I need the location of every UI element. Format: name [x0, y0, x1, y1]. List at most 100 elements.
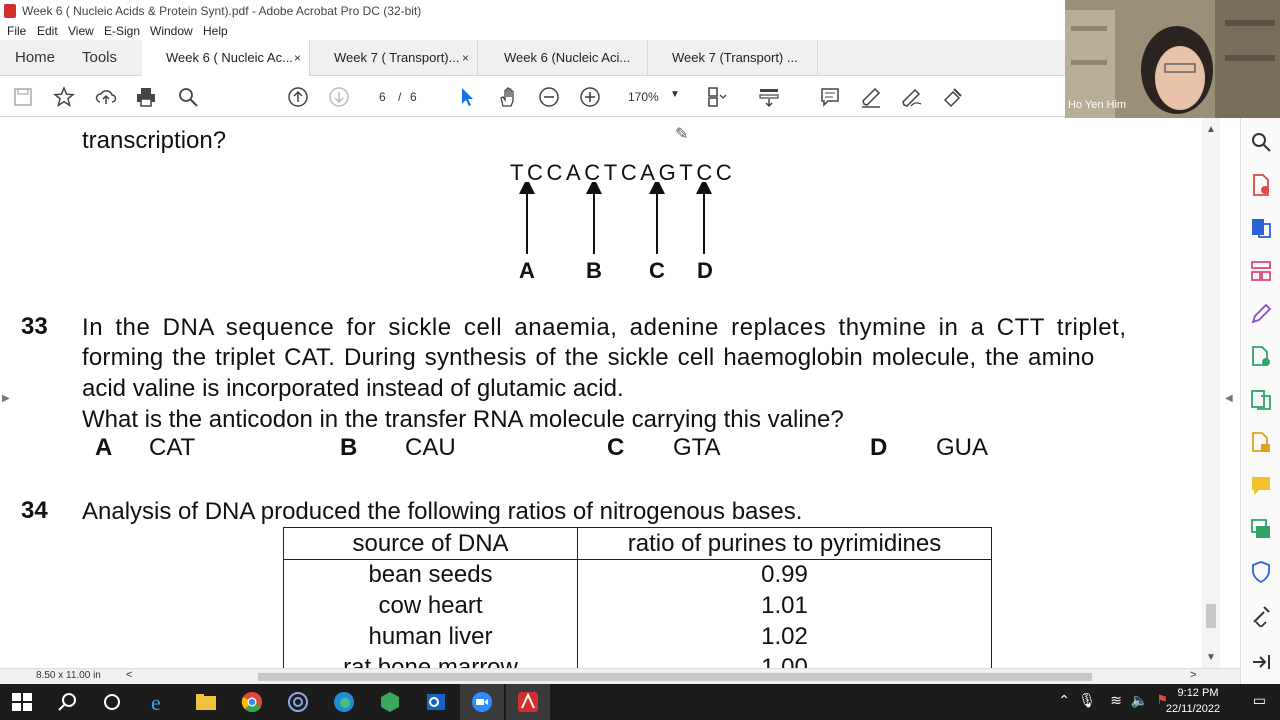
collapse-panel-icon[interactable] — [1249, 650, 1273, 674]
q34-text: Analysis of DNA produced the following r… — [82, 498, 803, 525]
send-for-review-icon[interactable] — [1249, 431, 1273, 455]
table-row: bean seeds 0.99 — [283, 559, 992, 591]
wifi-icon[interactable]: ≋ — [1110, 692, 1122, 709]
tools-tab[interactable]: Tools — [82, 40, 117, 76]
current-page[interactable]: 6 — [379, 90, 386, 104]
clock-time[interactable]: 9:12 PM — [1170, 687, 1226, 699]
option-a-text: CAT — [149, 434, 196, 461]
app-hexagon-icon[interactable] — [378, 690, 402, 714]
save-icon[interactable] — [11, 85, 35, 109]
taskbar: e ⌃ 🎙 ≋ 🔈 ⚑ 9:12 PM 22/11/2022 ▭ — [0, 684, 1280, 720]
edit-pdf-icon[interactable] — [1249, 302, 1273, 326]
app-icon[interactable] — [286, 690, 310, 714]
table-cell-source: cow heart — [283, 590, 578, 622]
left-panel-expand-icon[interactable]: ▶ — [2, 393, 10, 404]
cloud-upload-icon[interactable] — [94, 85, 118, 109]
doc-tab-4[interactable]: Week 7 (Transport) ... — [648, 40, 818, 76]
option-d-text: GUA — [936, 434, 989, 461]
right-panel-collapse-icon[interactable]: ◀ — [1225, 393, 1233, 404]
print-icon[interactable] — [134, 85, 158, 109]
search-icon[interactable] — [176, 85, 200, 109]
export-pdf-icon[interactable] — [1249, 216, 1273, 240]
outlook-icon[interactable] — [424, 690, 448, 714]
clock-date[interactable]: 22/11/2022 — [1160, 703, 1226, 715]
previous-page-icon[interactable] — [286, 85, 310, 109]
acrobat-taskbar-button[interactable] — [506, 684, 550, 720]
comment-icon[interactable] — [818, 85, 842, 109]
volume-icon[interactable]: 🔈 — [1131, 692, 1148, 709]
page-number-field[interactable]: 6 / 6 — [366, 86, 418, 108]
menu-file[interactable]: File — [7, 24, 26, 38]
comment-tool-icon[interactable] — [1249, 474, 1273, 498]
scroll-up-icon[interactable]: ▲ — [1206, 124, 1216, 135]
menu-window[interactable]: Window — [150, 24, 193, 38]
close-tab-icon[interactable]: × — [294, 40, 301, 76]
scroll-mode-icon[interactable] — [757, 85, 781, 109]
zoom-level-dropdown[interactable]: 170% ▼ — [620, 86, 686, 108]
scroll-left-icon[interactable]: < — [126, 669, 132, 681]
zoom-search-icon[interactable] — [1249, 130, 1273, 154]
arrow-label-d: D — [697, 258, 713, 283]
table-cell-ratio: 1.00 — [577, 652, 992, 668]
q33-line-4: What is the anticodon in the transfer RN… — [82, 406, 844, 433]
zoom-taskbar-button[interactable] — [460, 684, 504, 720]
edge-icon[interactable] — [332, 690, 356, 714]
table-cell-source: bean seeds — [283, 559, 578, 591]
vertical-scrollbar[interactable]: ▲ ▼ — [1202, 118, 1220, 668]
next-page-icon[interactable] — [327, 85, 351, 109]
acrobat-logo-icon — [4, 4, 16, 18]
arrow-label-a: A — [519, 258, 535, 283]
search-icon[interactable] — [56, 690, 80, 714]
close-tab-icon[interactable]: × — [462, 40, 469, 76]
doc-tab-2[interactable]: Week 7 ( Transport)... × — [310, 40, 478, 76]
doc-tab-1[interactable]: Week 6 ( Nucleic Ac... × — [142, 40, 310, 76]
home-tab[interactable]: Home — [15, 40, 55, 76]
table-cell-source: rat bone marrow — [283, 652, 578, 668]
zoom-out-icon[interactable] — [537, 85, 561, 109]
table-row: human liver 1.02 — [283, 621, 992, 653]
highlight-pen-icon[interactable] — [859, 85, 883, 109]
fill-sign-icon[interactable] — [1249, 388, 1273, 412]
menu-help[interactable]: Help — [203, 24, 228, 38]
select-tool-icon[interactable] — [455, 85, 479, 109]
svg-text:e: e — [151, 690, 161, 714]
table-cell-ratio: 0.99 — [577, 559, 992, 591]
menu-edit[interactable]: Edit — [37, 24, 58, 38]
star-icon[interactable] — [52, 85, 76, 109]
create-pdf-icon[interactable] — [1249, 173, 1273, 197]
table-cell-source: human liver — [283, 621, 578, 653]
table-header-source: source of DNA — [283, 527, 578, 560]
show-hidden-icons[interactable]: ⌃ — [1058, 692, 1070, 709]
question-number-34: 34 — [21, 497, 48, 524]
cortana-icon[interactable] — [100, 690, 124, 714]
horizontal-scroll-thumb[interactable] — [258, 673, 1092, 681]
page-display-icon[interactable] — [705, 85, 729, 109]
zoom-value: 170% — [628, 90, 659, 104]
redact-icon[interactable] — [941, 85, 965, 109]
doc-tab-3[interactable]: Week 6 (Nucleic Aci... — [478, 40, 648, 76]
more-tools-icon[interactable] — [1249, 603, 1273, 627]
protect-icon[interactable] — [1249, 560, 1273, 584]
notifications-icon[interactable]: ▭ — [1253, 692, 1266, 709]
scan-ocr-icon[interactable] — [1249, 517, 1273, 541]
combine-files-icon[interactable] — [1249, 345, 1273, 369]
table-header-row: source of DNA ratio of purines to pyrimi… — [283, 527, 992, 560]
menu-view[interactable]: View — [68, 24, 94, 38]
menu-esign[interactable]: E-Sign — [104, 24, 140, 38]
microphone-icon[interactable]: 🎙 — [1078, 692, 1096, 709]
windows-start-icon[interactable] — [10, 690, 34, 714]
file-explorer-icon[interactable] — [194, 690, 218, 714]
sign-icon[interactable] — [900, 85, 924, 109]
table-row: cow heart 1.01 — [283, 590, 992, 622]
scroll-right-icon[interactable]: > — [1190, 669, 1196, 681]
scroll-down-icon[interactable]: ▼ — [1206, 652, 1216, 663]
chrome-icon[interactable] — [240, 690, 264, 714]
status-bar: 8.50 x 11.00 in < > — [0, 668, 1240, 684]
right-tools-panel: ◀ — [1225, 118, 1280, 688]
zoom-in-icon[interactable] — [578, 85, 602, 109]
q33-line-2: forming the triplet CAT. During synthesi… — [82, 344, 1095, 371]
vertical-scroll-thumb[interactable] — [1206, 604, 1216, 628]
internet-explorer-icon[interactable]: e — [148, 690, 172, 714]
organize-pages-icon[interactable] — [1249, 259, 1273, 283]
hand-tool-icon[interactable] — [496, 85, 520, 109]
